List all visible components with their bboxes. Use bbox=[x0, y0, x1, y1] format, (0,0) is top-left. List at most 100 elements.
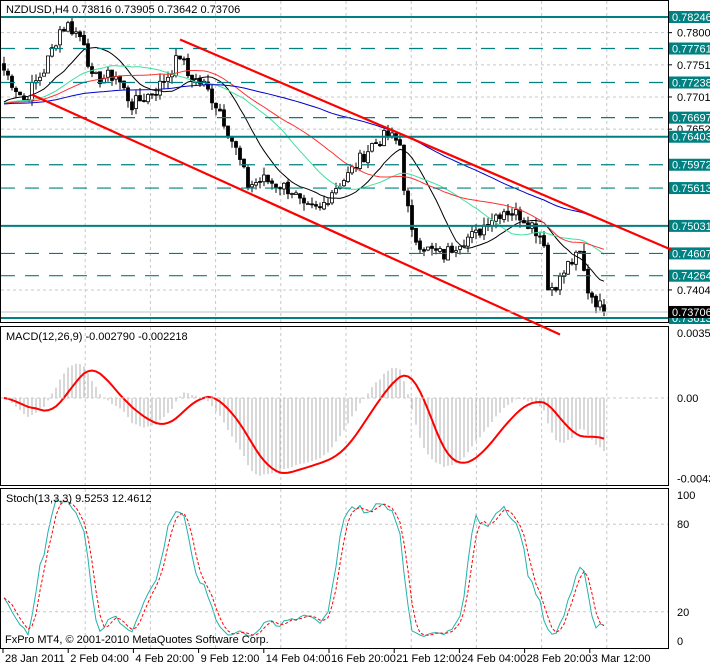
candle bbox=[6, 70, 10, 76]
time-label: 21 Feb 12:00 bbox=[396, 653, 461, 665]
candle bbox=[550, 287, 554, 291]
candle bbox=[510, 213, 514, 216]
candle bbox=[326, 203, 330, 205]
candle bbox=[430, 245, 434, 249]
macd-histogram bbox=[7, 363, 605, 476]
time-label: 28 Feb 20:00 bbox=[527, 653, 592, 665]
candle bbox=[42, 72, 46, 77]
candle bbox=[578, 250, 582, 253]
candle bbox=[342, 180, 346, 187]
candle bbox=[254, 182, 258, 186]
mt4-chart-window[interactable]: 28 Jan 2011 2 Feb 04:00 4 Feb 20:00 9 Feb 1… bbox=[0, 0, 710, 665]
candle bbox=[502, 211, 506, 220]
price-chart[interactable]: 28 Jan 2011 2 Feb 04:00 4 Feb 20:00 9 Feb 1… bbox=[0, 0, 710, 665]
candle bbox=[306, 203, 310, 205]
candle bbox=[546, 244, 550, 291]
price-tick-label: 0.77015 bbox=[677, 92, 710, 104]
candle bbox=[514, 209, 518, 216]
level-price-label: 0.76403 bbox=[672, 132, 710, 144]
candle bbox=[426, 246, 430, 251]
candle bbox=[18, 91, 22, 96]
level-price-label: 0.74264 bbox=[672, 271, 710, 283]
candle bbox=[130, 101, 134, 111]
candle bbox=[266, 174, 270, 183]
candle bbox=[2, 63, 6, 71]
candle bbox=[78, 31, 82, 37]
level-price-label: 0.77761 bbox=[672, 44, 710, 56]
time-label: 28 Jan 2011 bbox=[5, 653, 65, 665]
candle bbox=[366, 151, 370, 164]
candle bbox=[494, 214, 498, 222]
candle bbox=[346, 172, 350, 182]
candle bbox=[554, 287, 558, 291]
candle bbox=[138, 95, 142, 102]
stoch-main-line bbox=[3, 498, 605, 637]
candle bbox=[538, 235, 542, 238]
candle bbox=[382, 130, 386, 147]
candle bbox=[158, 80, 162, 96]
candle bbox=[590, 292, 594, 298]
candle bbox=[66, 22, 70, 32]
candle bbox=[362, 153, 366, 163]
level-price-label: 0.75613 bbox=[672, 183, 710, 195]
candle bbox=[418, 240, 422, 250]
candle bbox=[586, 268, 590, 294]
candle bbox=[574, 251, 578, 265]
candle bbox=[466, 236, 470, 247]
candle bbox=[374, 142, 378, 144]
channel-line-upper bbox=[179, 38, 673, 251]
candle bbox=[110, 69, 114, 81]
candle bbox=[542, 235, 546, 247]
candle bbox=[162, 81, 166, 83]
candle bbox=[422, 249, 426, 252]
candle bbox=[182, 58, 186, 61]
candle bbox=[454, 250, 458, 253]
candle bbox=[478, 228, 482, 236]
candle bbox=[118, 75, 122, 83]
level-price-label: 0.75972 bbox=[672, 160, 710, 172]
stoch-tick-label: 20 bbox=[677, 607, 689, 619]
candle bbox=[414, 227, 418, 243]
candle bbox=[402, 144, 406, 191]
price-tick-label: 0.74045 bbox=[677, 285, 710, 297]
candle bbox=[46, 55, 50, 74]
candle bbox=[398, 139, 402, 146]
candle bbox=[10, 75, 14, 88]
candle bbox=[134, 95, 138, 109]
candle bbox=[442, 248, 446, 260]
candle bbox=[38, 76, 42, 81]
candle bbox=[318, 206, 322, 209]
candle bbox=[334, 188, 338, 194]
candle bbox=[450, 245, 454, 253]
candle bbox=[458, 245, 462, 250]
stoch-tick-label: 80 bbox=[677, 519, 689, 531]
time-label: 16 Feb 20:00 bbox=[331, 653, 396, 665]
time-label: 4 Feb 20:00 bbox=[135, 653, 194, 665]
stoch-tick-label: 0 bbox=[677, 636, 683, 648]
candle bbox=[74, 31, 78, 34]
candle bbox=[498, 214, 502, 219]
stoch-tick-label: 100 bbox=[677, 490, 695, 502]
candle bbox=[166, 76, 170, 82]
time-label: 3 Mar 12:00 bbox=[592, 653, 651, 665]
candle bbox=[378, 143, 382, 147]
candle bbox=[142, 100, 146, 102]
current-price-label: 0.73706 bbox=[672, 307, 710, 319]
candle bbox=[390, 132, 394, 137]
candle bbox=[518, 209, 522, 221]
candles bbox=[2, 17, 606, 317]
macd-tick-label: 0.00350 bbox=[677, 328, 710, 340]
candle bbox=[310, 203, 314, 206]
candle bbox=[246, 167, 250, 188]
candle bbox=[62, 28, 66, 32]
candle bbox=[106, 69, 110, 78]
candle bbox=[262, 174, 266, 183]
price-tick-label: 0.77510 bbox=[677, 60, 710, 72]
candle bbox=[370, 143, 374, 152]
level-price-label: 0.75031 bbox=[672, 221, 710, 233]
candle bbox=[94, 71, 98, 74]
candle bbox=[322, 202, 326, 210]
candle bbox=[58, 29, 62, 46]
candle bbox=[294, 192, 298, 195]
candle bbox=[406, 190, 410, 207]
